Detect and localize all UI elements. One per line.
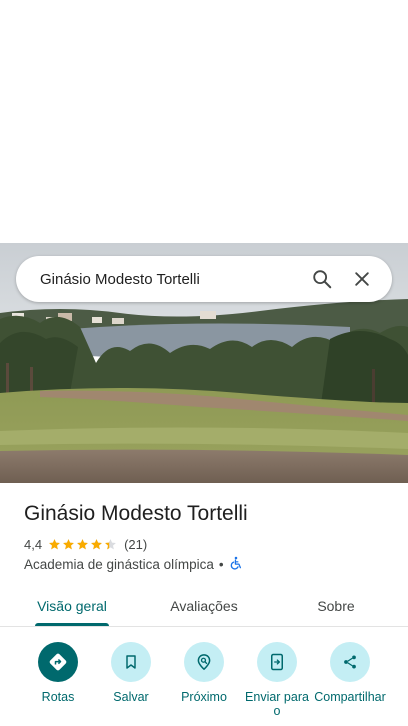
send-to-phone-label: Enviar para o <box>245 690 309 718</box>
share-button[interactable]: Compartilhar <box>310 642 390 704</box>
map-blank-area <box>0 0 408 243</box>
nearby-button[interactable]: Próximo <box>164 642 244 704</box>
place-category: Academia de ginástica olímpica <box>24 557 214 572</box>
tab-bar: Visão geral Avaliações Sobre <box>0 585 408 627</box>
search-bar[interactable]: Ginásio Modesto Tortelli <box>16 256 392 302</box>
rating-value: 4,4 <box>24 536 43 552</box>
star-icon <box>77 538 88 549</box>
close-icon[interactable] <box>342 259 382 299</box>
bookmark-icon <box>111 642 151 682</box>
send-to-phone-button[interactable]: Enviar para o <box>237 642 317 718</box>
star-icon <box>91 538 102 549</box>
active-tab-indicator <box>35 623 109 626</box>
share-icon <box>330 642 370 682</box>
tab-about[interactable]: Sobre <box>290 585 382 627</box>
send-to-phone-icon <box>257 642 297 682</box>
search-icon[interactable] <box>302 259 342 299</box>
directions-label: Rotas <box>41 690 75 704</box>
star-icon <box>63 538 74 549</box>
separator-dot: • <box>218 557 224 572</box>
nearby-icon <box>184 642 224 682</box>
star-rating <box>48 538 118 551</box>
star-icon <box>105 538 116 549</box>
save-label: Salvar <box>113 690 149 704</box>
review-count[interactable]: (21) <box>124 537 147 552</box>
tab-overview[interactable]: Visão geral <box>20 585 124 627</box>
category-row: Academia de ginástica olímpica • <box>24 556 243 573</box>
rating-row[interactable]: 4,4 (21) <box>24 536 147 552</box>
action-bar: Rotas Salvar Próximo Enviar para o Compa… <box>0 642 408 726</box>
star-icon <box>49 538 60 549</box>
place-title: Ginásio Modesto Tortelli <box>24 502 248 525</box>
search-input[interactable]: Ginásio Modesto Tortelli <box>40 271 302 288</box>
wheelchair-icon[interactable] <box>229 556 243 573</box>
share-label: Compartilhar <box>314 690 386 704</box>
directions-button[interactable]: Rotas <box>18 642 98 704</box>
directions-icon <box>38 642 78 682</box>
tab-reviews[interactable]: Avaliações <box>150 585 258 627</box>
nearby-label: Próximo <box>181 690 227 704</box>
save-button[interactable]: Salvar <box>91 642 171 704</box>
